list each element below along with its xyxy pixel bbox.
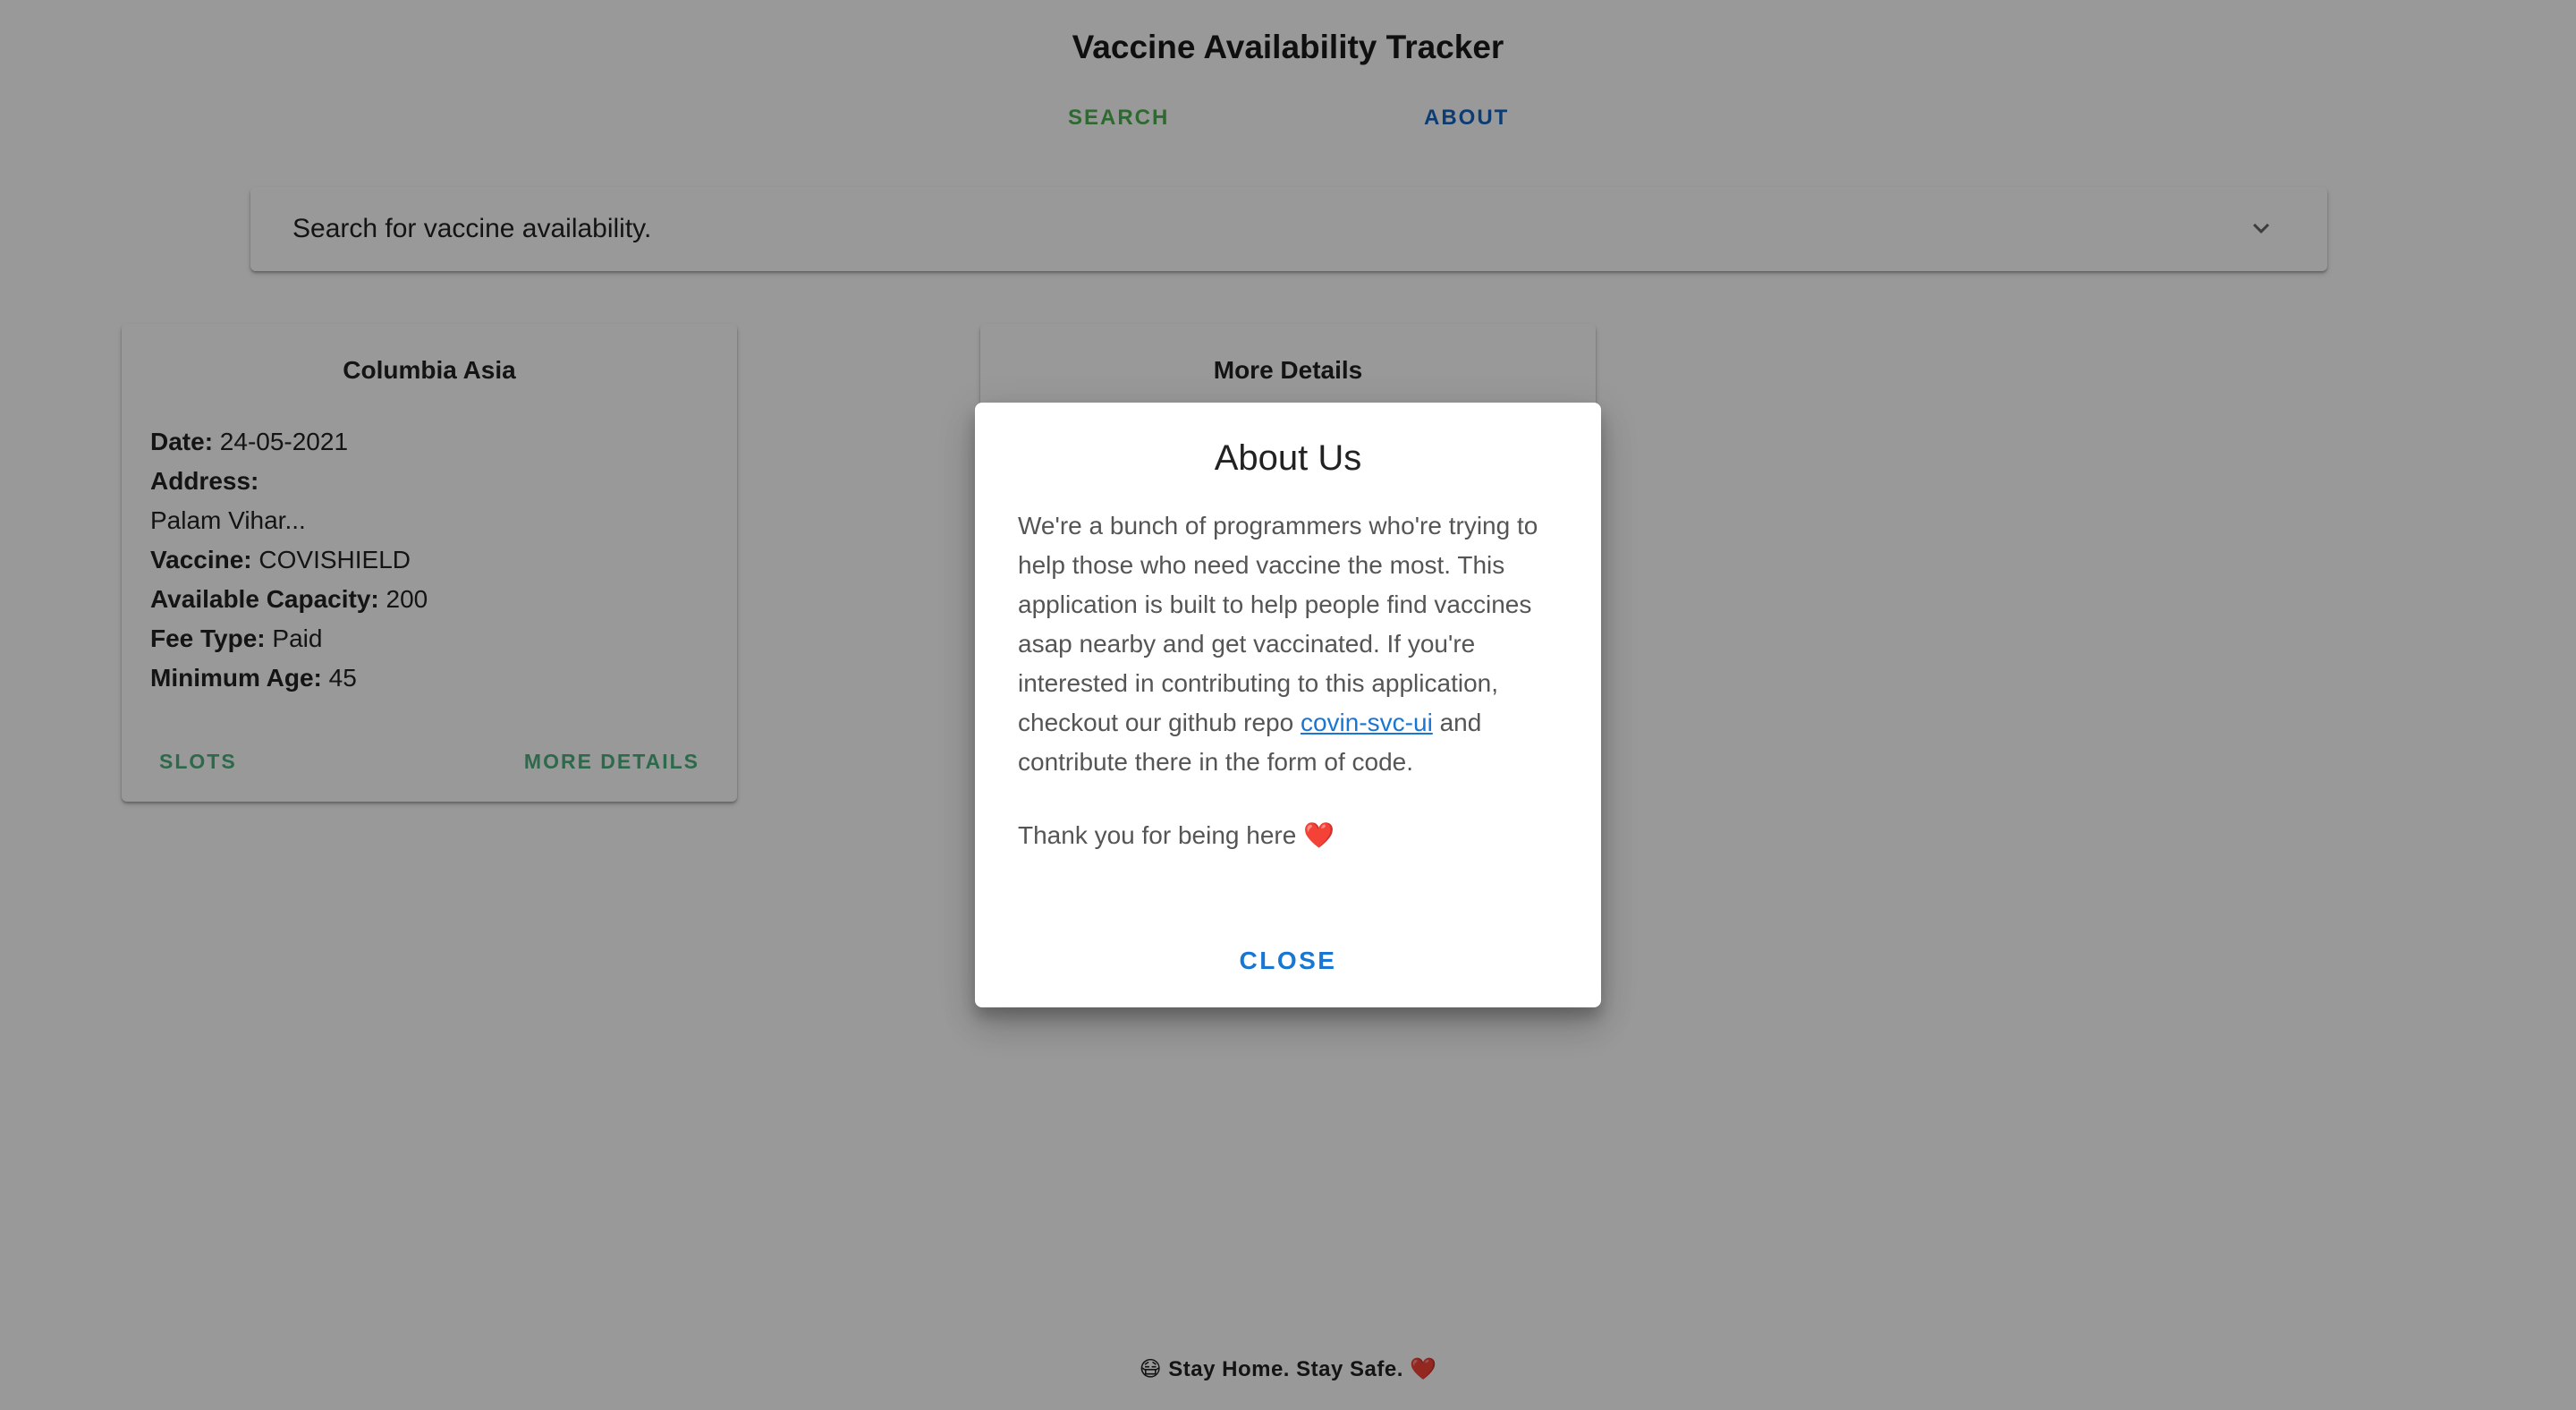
dialog-title: About Us <box>1214 438 1362 478</box>
dialog-text-before-link: We're a bunch of programmers who're tryi… <box>1018 512 1538 736</box>
dialog-description: We're a bunch of programmers who're tryi… <box>1018 506 1563 782</box>
app-root: Vaccine Availability Tracker SEARCH ABOU… <box>0 0 2576 1410</box>
github-repo-link[interactable]: covin-svc-ui <box>1301 709 1433 736</box>
close-button[interactable]: CLOSE <box>975 947 1601 975</box>
about-dialog: About Us We're a bunch of programmers wh… <box>975 403 1601 1007</box>
dialog-thanks: Thank you for being here ❤️ <box>1018 821 1335 849</box>
